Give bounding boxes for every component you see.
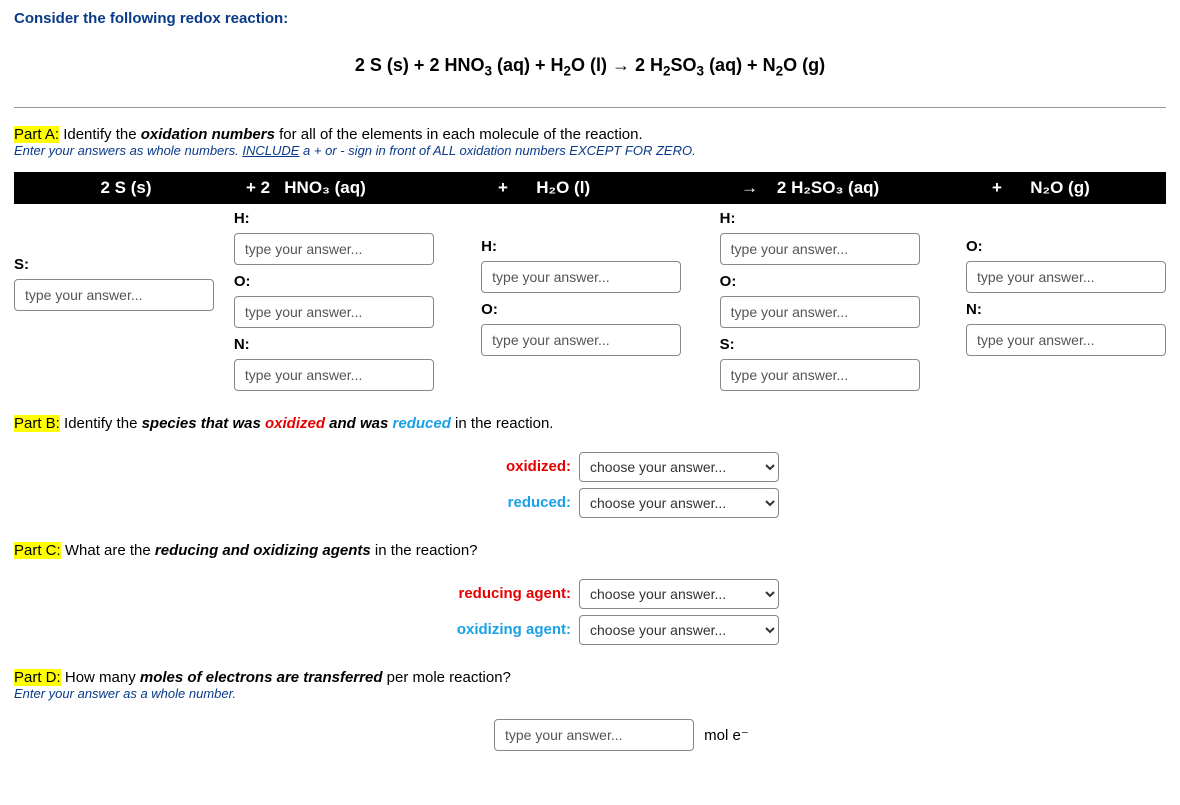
label-O4: O:	[966, 238, 1166, 255]
partD-label: Part D:	[14, 669, 61, 686]
hno3-n-input[interactable]	[234, 359, 434, 391]
bar-col-4: → 2 H₂SO₃ (aq)	[733, 178, 984, 198]
label-N: N:	[234, 336, 481, 353]
label-S: S:	[14, 256, 234, 273]
partA-label: Part A:	[14, 126, 59, 143]
reducing-agent-select[interactable]: choose your answer...	[579, 579, 779, 609]
reducing-agent-label: reducing agent:	[14, 585, 571, 602]
h2o-h-input[interactable]	[481, 261, 681, 293]
label-O3: O:	[720, 273, 966, 290]
partA-heading: Part A: Identify the oxidation numbers f…	[14, 126, 1166, 143]
label-H2: H:	[481, 238, 719, 255]
s-s-input[interactable]	[14, 279, 214, 311]
label-O2: O:	[481, 301, 719, 318]
partC-label: Part C:	[14, 542, 61, 559]
partB-heading: Part B: Identify the species that was ox…	[14, 415, 1166, 432]
partC-heading: Part C: What are the reducing and oxidiz…	[14, 542, 1166, 559]
label-O: O:	[234, 273, 481, 290]
bar-col-3: + H₂O (l)	[490, 178, 733, 198]
unit-label: mol e⁻	[704, 727, 749, 744]
bar-col-5: + N₂O (g)	[984, 178, 1166, 198]
partA-hint: Enter your answers as whole numbers. INC…	[14, 143, 1166, 158]
partA-inputs: S: H: O: N: H: O: H: O: S: O: N:	[14, 208, 1166, 391]
n2o-o-input[interactable]	[966, 261, 1166, 293]
bar-col-2: + 2 HNO₃ (aq)	[238, 178, 490, 198]
oxidized-select[interactable]: choose your answer...	[579, 452, 779, 482]
label-N2: N:	[966, 301, 1166, 318]
partD-heading: Part D: How many moles of electrons are …	[14, 669, 1166, 686]
hno3-o-input[interactable]	[234, 296, 434, 328]
label-H: H:	[234, 210, 481, 227]
h2o-o-input[interactable]	[481, 324, 681, 356]
label-H3: H:	[720, 210, 966, 227]
electrons-input[interactable]	[494, 719, 694, 751]
h2so3-h-input[interactable]	[720, 233, 920, 265]
reaction-header-bar: 2 S (s) + 2 HNO₃ (aq) + H₂O (l) → 2 H₂SO…	[14, 172, 1166, 204]
h2so3-s-input[interactable]	[720, 359, 920, 391]
reduced-label: reduced:	[14, 494, 571, 511]
bar-col-1: 2 S (s)	[14, 178, 238, 198]
divider	[14, 107, 1166, 108]
oxidized-label: oxidized:	[14, 458, 571, 475]
partB-label: Part B:	[14, 415, 60, 432]
page-title: Consider the following redox reaction:	[14, 10, 1166, 27]
hno3-h-input[interactable]	[234, 233, 434, 265]
label-S2: S:	[720, 336, 966, 353]
oxidizing-agent-label: oxidizing agent:	[14, 621, 571, 638]
reaction-equation: 2 S (s) + 2 HNO3 (aq) + H2O (l) → 2 H2SO…	[14, 55, 1166, 79]
oxidizing-agent-select[interactable]: choose your answer...	[579, 615, 779, 645]
h2so3-o-input[interactable]	[720, 296, 920, 328]
reduced-select[interactable]: choose your answer...	[579, 488, 779, 518]
partD-hint: Enter your answer as a whole number.	[14, 686, 1166, 701]
n2o-n-input[interactable]	[966, 324, 1166, 356]
